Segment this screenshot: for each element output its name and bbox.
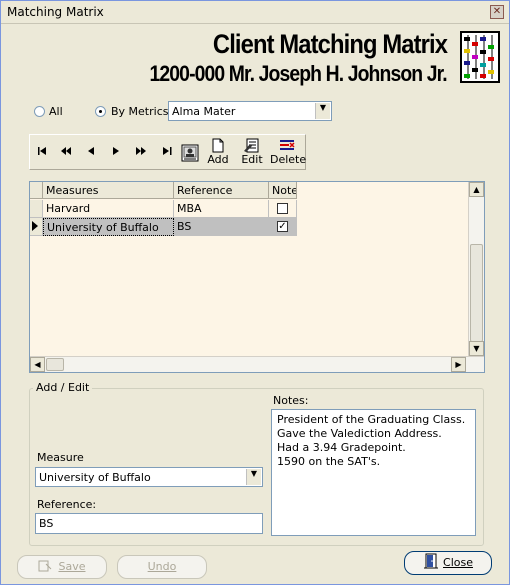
note-checkbox-checked[interactable]: ✓ [277, 221, 288, 232]
scroll-up-icon[interactable]: ▲ [469, 182, 484, 197]
metric-select[interactable]: Alma Mater ▼ [168, 101, 332, 121]
add-edit-group-label: Add / Edit [33, 381, 93, 394]
measure-select[interactable]: University of Buffalo ▼ [35, 467, 263, 487]
vertical-scroll-thumb[interactable] [470, 244, 483, 342]
table-row-measure[interactable]: University of Buffalo [43, 218, 174, 236]
measure-select-value: University of Buffalo [39, 471, 151, 484]
reference-field-value: BS [39, 517, 54, 530]
notes-line: Had a 3.94 Gradepoint. [277, 441, 406, 454]
matching-matrix-window: Matching Matrix ✕ Client Matching Matrix… [0, 0, 510, 585]
measure-label: Measure [37, 451, 84, 464]
new-document-icon [212, 138, 224, 153]
edit-button[interactable]: Edit [238, 135, 266, 169]
window-title: Matching Matrix [7, 5, 104, 19]
reference-field[interactable]: BS [35, 513, 263, 534]
close-window-icon[interactable]: ✕ [490, 5, 504, 19]
metric-select-value: Alma Mater [172, 105, 236, 118]
current-row-arrow-icon [32, 221, 38, 231]
all-radio-label: All [49, 105, 63, 118]
undo-label: Undo [147, 560, 177, 573]
matrix-logo-icon [460, 31, 500, 83]
last-record-icon[interactable] [159, 146, 175, 160]
save-label: Save [58, 560, 86, 573]
contact-card-icon[interactable] [180, 144, 200, 162]
by-metrics-radio-label: By Metrics [111, 105, 169, 118]
measures-grid: Measures Reference Note Harvard MBA Univ… [29, 181, 485, 373]
row-indicator[interactable] [30, 218, 43, 236]
row-indicator[interactable] [30, 200, 43, 218]
reference-label: Reference: [37, 498, 97, 511]
edit-document-icon [244, 138, 259, 153]
table-row-reference[interactable]: MBA [174, 200, 269, 218]
notes-textarea[interactable]: President of the Graduating Class. Gave … [271, 409, 476, 536]
notes-line: President of the Graduating Class. [277, 413, 466, 426]
save-button[interactable]: Save [17, 555, 107, 579]
chevron-down-icon[interactable]: ▼ [315, 103, 330, 119]
chevron-down-icon[interactable]: ▼ [246, 469, 261, 485]
title-bar: Matching Matrix ✕ [1, 1, 509, 24]
page-title: Client Matching Matrix [212, 29, 448, 59]
notes-line: Gave the Valediction Address. [277, 427, 442, 440]
scroll-left-icon[interactable]: ◀ [30, 357, 45, 372]
next-page-icon[interactable] [133, 146, 149, 160]
previous-record-icon[interactable] [84, 146, 98, 160]
row-indicator-header [30, 182, 43, 199]
table-row-measure[interactable]: Harvard [43, 200, 174, 218]
all-radio[interactable] [34, 106, 45, 117]
first-record-icon[interactable] [34, 146, 50, 160]
delete-button[interactable]: Delete [270, 135, 307, 169]
vertical-scrollbar[interactable]: ▲ ▼ [468, 182, 484, 356]
column-header-measures[interactable]: Measures [43, 182, 174, 199]
notes-line: 1590 on the SAT's. [277, 455, 381, 468]
by-metrics-radio[interactable] [95, 106, 106, 117]
add-button[interactable]: Add [205, 135, 231, 169]
client-name: 1200-000 Mr. Joseph H. Johnson Jr. [149, 61, 448, 86]
delete-rows-icon [280, 140, 295, 150]
table-row-note-cell [269, 200, 297, 218]
next-record-icon[interactable] [109, 146, 123, 160]
column-header-reference[interactable]: Reference [174, 182, 269, 199]
scroll-right-icon[interactable]: ▶ [451, 357, 466, 372]
scroll-down-icon[interactable]: ▼ [469, 341, 484, 356]
add-label: Add [207, 153, 229, 166]
save-icon [38, 560, 52, 572]
record-toolbar: Add Edit Delete [29, 134, 306, 170]
horizontal-scrollbar[interactable]: ◀ ▶ [30, 356, 484, 372]
delete-label: Delete [270, 153, 307, 166]
previous-page-icon[interactable] [58, 146, 74, 160]
undo-button[interactable]: Undo [117, 555, 207, 579]
edit-label: Edit [241, 153, 263, 166]
column-header-note[interactable]: Note [269, 182, 297, 199]
close-label: Close [443, 556, 473, 569]
close-button[interactable]: Close [404, 551, 492, 575]
door-exit-icon [424, 553, 439, 569]
table-row-note-cell: ✓ [269, 218, 297, 236]
table-row-reference[interactable]: BS [174, 218, 269, 236]
notes-label: Notes: [273, 394, 309, 407]
horizontal-scroll-thumb[interactable] [46, 358, 64, 371]
note-checkbox[interactable] [277, 203, 288, 214]
